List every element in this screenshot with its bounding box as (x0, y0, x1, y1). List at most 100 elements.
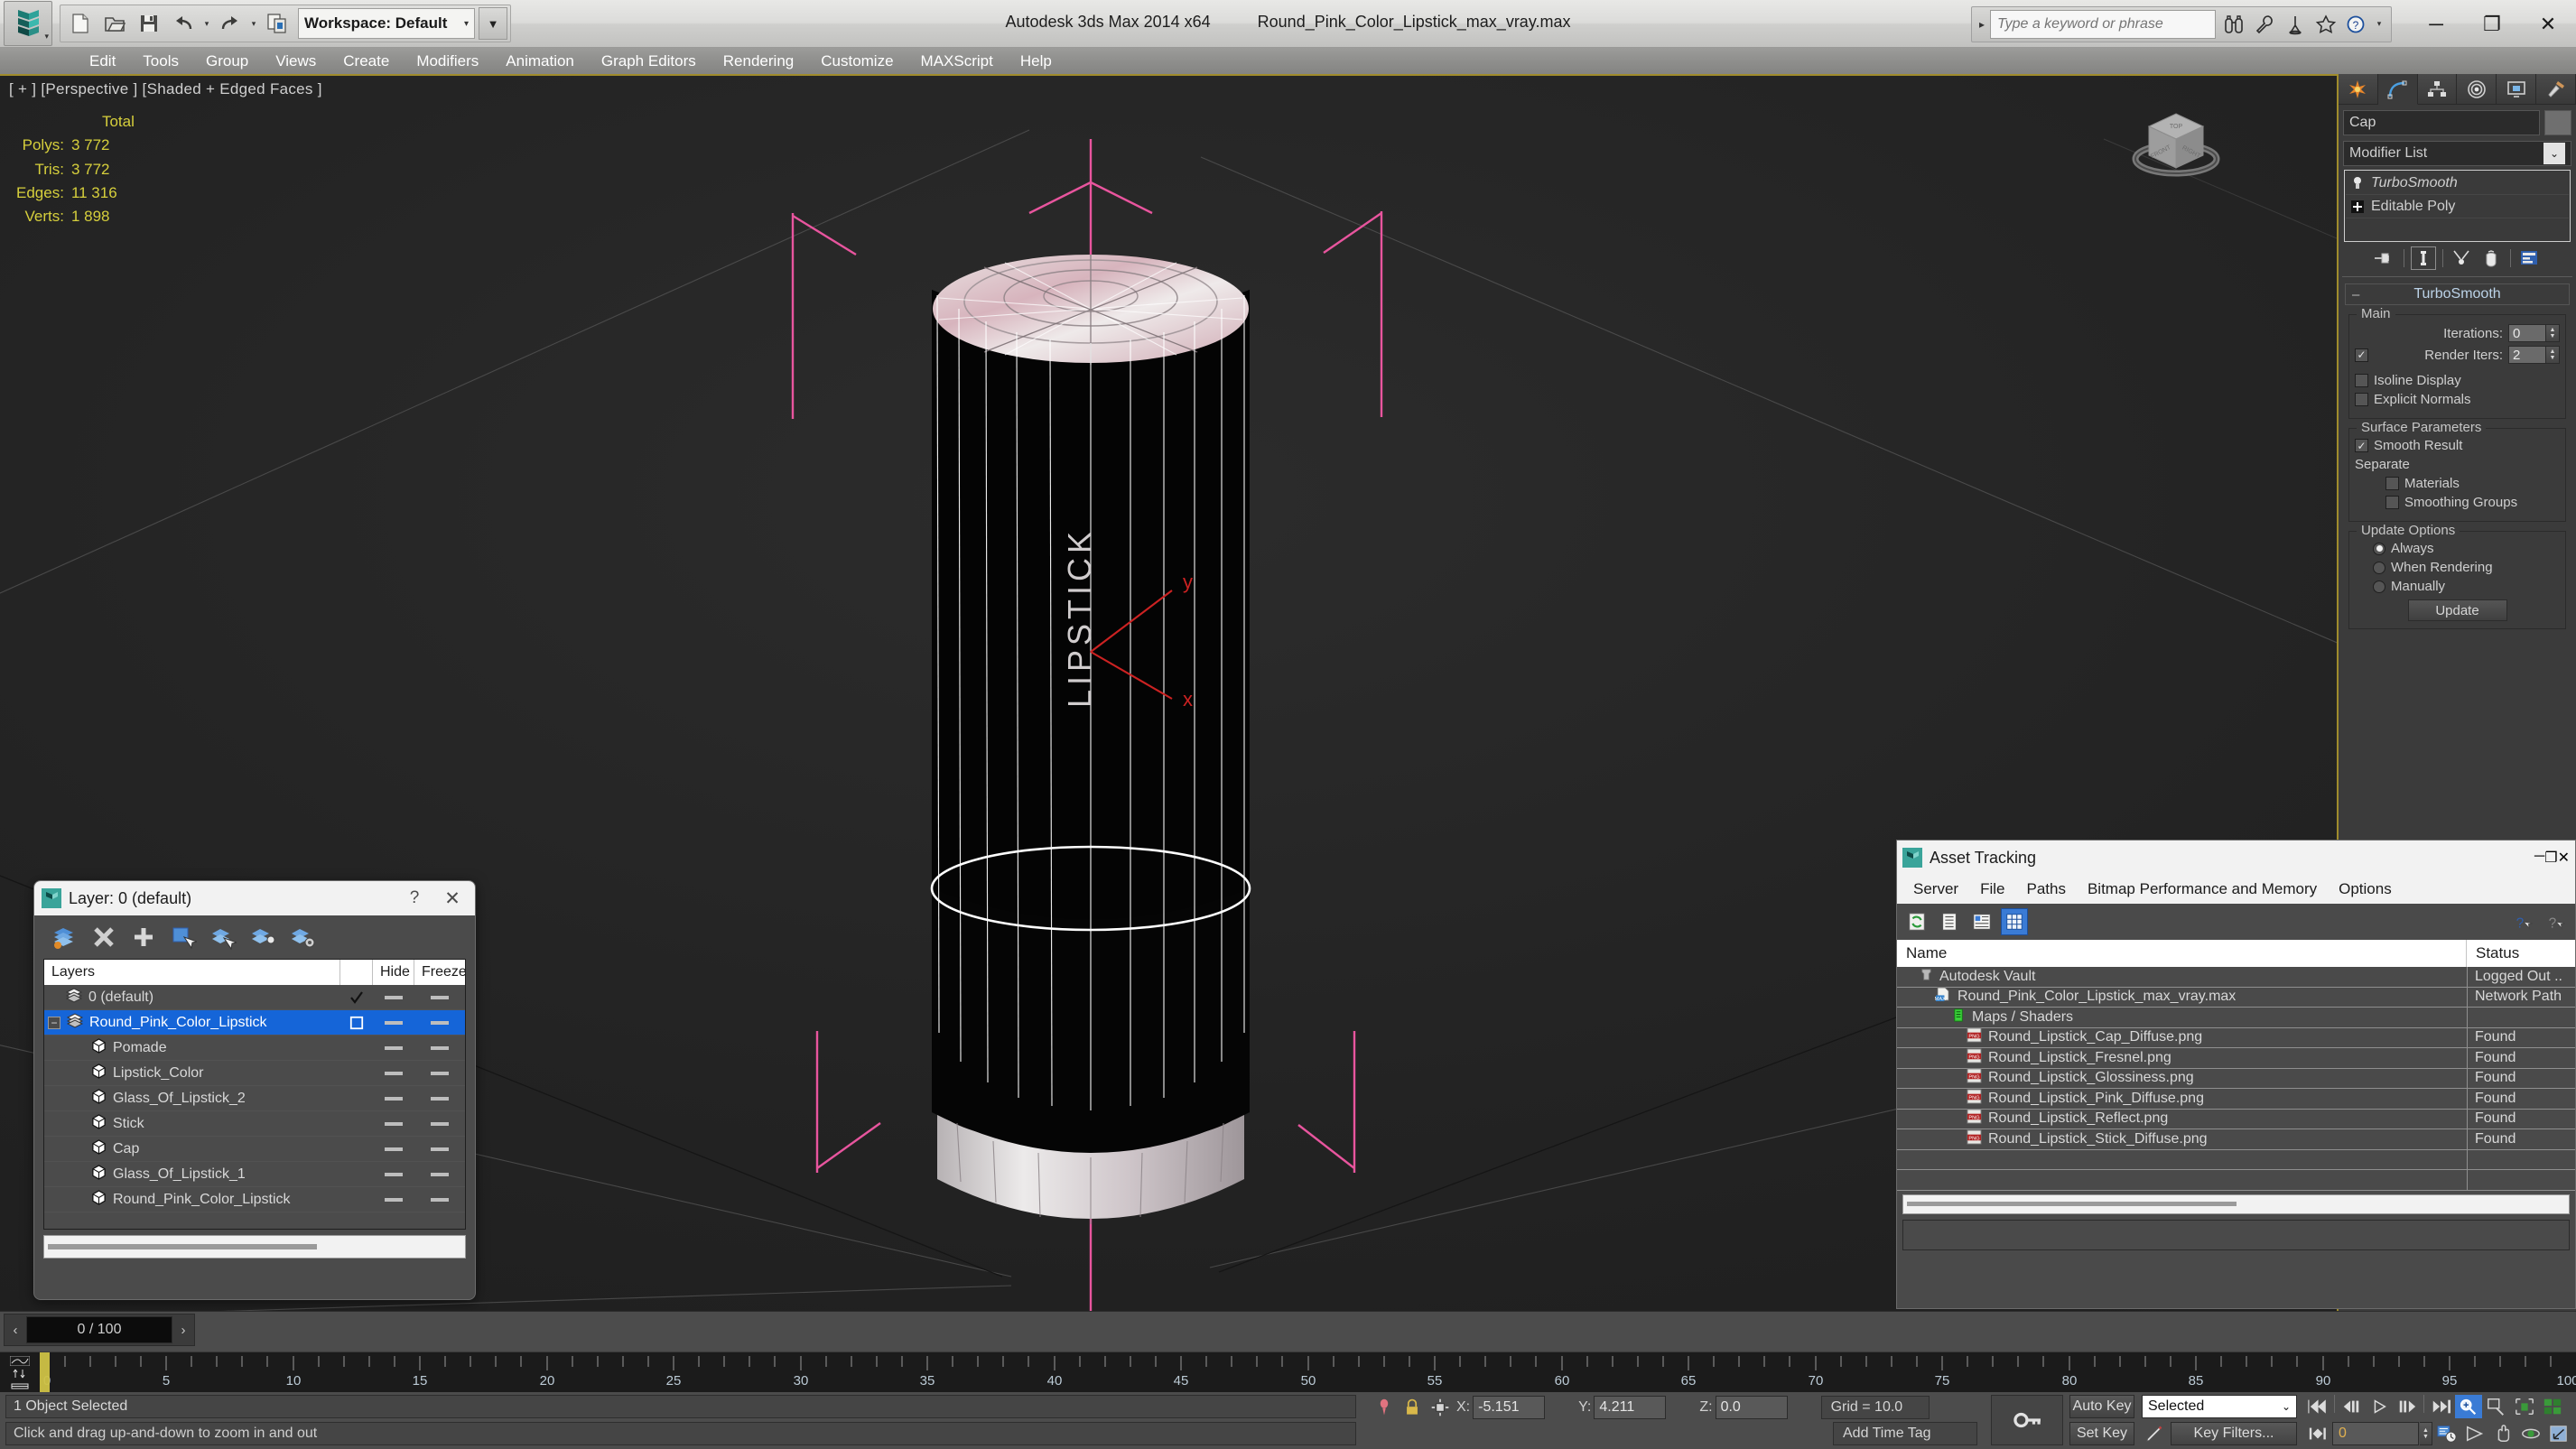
freeze-toggle[interactable] (414, 1198, 465, 1202)
menu-animation[interactable]: Animation (492, 48, 588, 74)
when-rendering-radio[interactable] (2373, 562, 2385, 574)
frame-indicator[interactable]: ‹ 0 / 100 › (4, 1314, 195, 1346)
table-row[interactable]: Maps / Shaders (1897, 1008, 2575, 1028)
table-row[interactable]: 0 (default) (44, 985, 465, 1010)
menu-customize[interactable]: Customize (807, 48, 907, 74)
current-frame-spinner[interactable]: ▲▼ (2420, 1422, 2432, 1445)
freeze-toggle[interactable] (414, 1097, 465, 1101)
menu-maxscript[interactable]: MAXScript (907, 48, 1007, 74)
menu-tools[interactable]: Tools (129, 48, 192, 74)
table-row[interactable]: Glass_Of_Lipstick_2 (44, 1086, 465, 1111)
close-button[interactable]: ✕ (2520, 2, 2576, 47)
table-row[interactable] (1897, 1150, 2575, 1171)
table-row[interactable]: PNG Round_Lipstick_Fresnel.png Found (1897, 1048, 2575, 1069)
help-dropdown-arrow[interactable]: ▾ (2373, 19, 2385, 29)
expander-collapse-icon[interactable]: − (48, 1017, 60, 1029)
header-name[interactable]: Name (1897, 940, 2467, 967)
hide-toggle[interactable] (373, 1021, 414, 1025)
minimize-button[interactable]: ─ (2534, 849, 2544, 867)
undo-dropdown-arrow[interactable]: ▾ (200, 19, 213, 29)
menu-paths[interactable]: Paths (2015, 880, 2076, 898)
goto-start-button[interactable] (2304, 1395, 2331, 1418)
header-status[interactable]: Status (2467, 940, 2575, 967)
field-smooth-result[interactable]: ✓ Smooth Result (2355, 438, 2560, 453)
layer-settings-button[interactable] (289, 924, 316, 951)
current-frame-field[interactable]: 0 (2332, 1422, 2419, 1445)
timeline-ticks[interactable]: 0 5 10 15 20 25 30 35 40 45 50 55 60 65 … (40, 1352, 2576, 1393)
hide-toggle[interactable] (373, 1173, 414, 1176)
field-smoothing-groups[interactable]: Smoothing Groups (2355, 495, 2560, 510)
new-file-button[interactable] (63, 7, 98, 40)
show-end-result-button[interactable] (2411, 246, 2436, 270)
next-frame-arrow[interactable]: › (172, 1323, 194, 1338)
create-tab[interactable] (2339, 74, 2378, 105)
remove-modifier-button[interactable] (2478, 246, 2504, 270)
asset-list[interactable]: Name Status Autodesk Vault Logged Out .. (1897, 940, 2575, 1191)
timeline-playhead[interactable] (40, 1352, 50, 1393)
coord-x[interactable]: X: -5.151 (1456, 1396, 1545, 1419)
field-always[interactable]: Always (2355, 541, 2560, 556)
table-row[interactable]: − Round_Pink_Color_Lipstick (44, 1010, 465, 1036)
zoom-all-button[interactable] (2539, 1395, 2566, 1418)
table-row[interactable] (1897, 1170, 2575, 1191)
undo-button[interactable] (166, 7, 200, 40)
hide-toggle[interactable] (373, 1097, 414, 1101)
table-row[interactable]: Pomade (44, 1036, 465, 1061)
make-unique-button[interactable] (2450, 246, 2475, 270)
manually-radio[interactable] (2373, 581, 2385, 593)
help-query-button[interactable]: ? (2510, 909, 2535, 934)
hide-toggle[interactable] (373, 1147, 414, 1151)
table-row[interactable]: PNG Round_Lipstick_Reflect.png Found (1897, 1110, 2575, 1130)
isoline-display-checkbox[interactable] (2355, 374, 2368, 387)
list-view-button[interactable] (1937, 909, 1962, 934)
key-toggle-button[interactable] (1991, 1395, 2063, 1445)
field-materials[interactable]: Materials (2355, 476, 2560, 491)
field-when-rendering[interactable]: When Rendering (2355, 560, 2560, 575)
freeze-toggle[interactable] (414, 1072, 465, 1075)
table-row[interactable]: Round_Pink_Color_Lipstick (44, 1187, 465, 1212)
spinner-arrows-icon[interactable]: ▲▼ (2546, 346, 2560, 364)
update-button[interactable]: Update (2408, 599, 2507, 621)
menu-file[interactable]: File (1969, 880, 2015, 898)
viewport-label[interactable]: [ + ] [Perspective ] [Shaded + Edged Fac… (9, 80, 322, 98)
freeze-toggle[interactable] (414, 1147, 465, 1151)
frame-range-icon[interactable] (10, 1381, 30, 1391)
hide-toggle[interactable] (373, 1072, 414, 1075)
isolate-selection-button[interactable] (1372, 1396, 1396, 1419)
current-layer-check[interactable] (340, 1016, 373, 1030)
new-layer-button[interactable] (51, 924, 78, 951)
view-cube[interactable]: TOP FRONT RIGHT (2122, 94, 2230, 202)
hide-toggle[interactable] (373, 996, 414, 999)
pan-view-button[interactable] (2489, 1422, 2516, 1445)
hierarchy-tab[interactable] (2418, 74, 2458, 105)
set-key-pencil-button[interactable] (2142, 1422, 2167, 1445)
set-key-button[interactable]: Set Key (2069, 1422, 2134, 1445)
freeze-toggle[interactable] (414, 1173, 465, 1176)
workspace-more-button[interactable]: ▼ (479, 7, 507, 40)
restore-button[interactable]: ❐ (2464, 2, 2520, 47)
redo-dropdown-arrow[interactable]: ▾ (247, 19, 260, 29)
coord-z-value[interactable]: 0.0 (1716, 1396, 1788, 1419)
zoom-region-button[interactable] (2483, 1395, 2510, 1418)
table-row[interactable]: Stick (44, 1111, 465, 1137)
modifier-stack-item-turbosmooth[interactable]: TurboSmooth (2346, 172, 2569, 195)
app-logo-button[interactable]: ▾ (4, 1, 52, 46)
layer-dialog[interactable]: Layer: 0 (default) ? ✕ (33, 880, 476, 1300)
materials-checkbox[interactable] (2385, 477, 2399, 490)
coord-y-value[interactable]: 4.211 (1594, 1396, 1666, 1419)
table-row[interactable]: PNG Round_Lipstick_Pink_Diffuse.png Foun… (1897, 1089, 2575, 1110)
render-iters-checkbox[interactable]: ✓ (2355, 348, 2368, 362)
workspace-selector[interactable]: Workspace: Default ▾ (298, 8, 475, 39)
add-time-tag-button[interactable]: Add Time Tag (1833, 1422, 1977, 1445)
track-bar[interactable]: ‹ 0 / 100 › (0, 1311, 2576, 1351)
menu-create[interactable]: Create (330, 48, 403, 74)
help-pointer-button[interactable]: ? (2543, 909, 2568, 934)
menu-options[interactable]: Options (2328, 880, 2403, 898)
freeze-toggle[interactable] (414, 996, 465, 999)
spinner-arrows-icon[interactable]: ▲▼ (2546, 324, 2560, 342)
header-freeze[interactable]: Freeze (414, 960, 465, 985)
layer-list-horizontal-scrollbar[interactable] (43, 1235, 466, 1259)
freeze-toggle[interactable] (414, 1122, 465, 1126)
turbosmooth-rollup-header[interactable]: – TurboSmooth (2345, 283, 2570, 305)
coord-y[interactable]: Y: 4.211 (1578, 1396, 1666, 1419)
